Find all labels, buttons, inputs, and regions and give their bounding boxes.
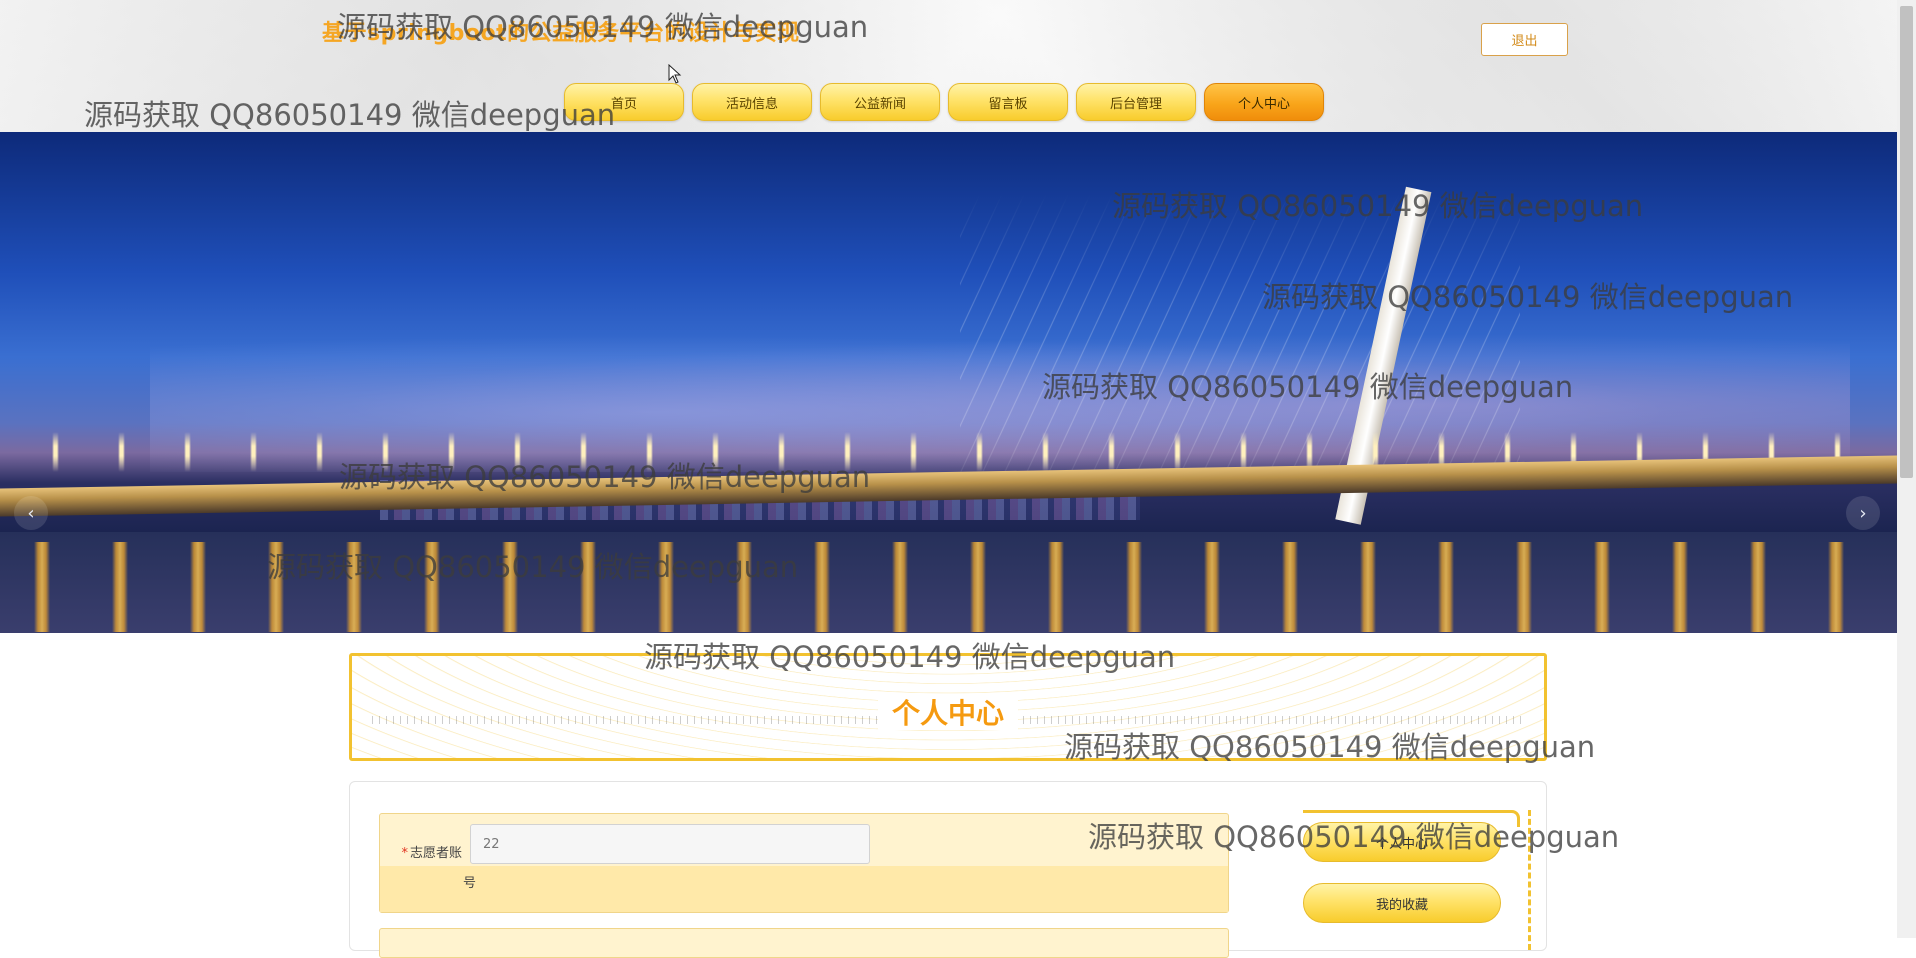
light-reflections	[0, 542, 1897, 632]
main-nav: 首页 活动信息 公益新闻 留言板 后台管理 个人中心	[564, 83, 1324, 123]
required-mark: *	[401, 846, 408, 861]
nav-item-home[interactable]: 首页	[564, 83, 684, 121]
section-title: 个人中心	[352, 692, 1544, 732]
site-header: 基于springboot的公益服务平台的设计与实现 退出 首页 活动信息 公益新…	[0, 0, 1897, 132]
scrollbar-thumb[interactable]	[1900, 6, 1913, 478]
carousel-next-icon[interactable]: ›	[1846, 496, 1880, 530]
account-label: * 志愿者账	[390, 834, 462, 874]
section-title-text: 个人中心	[877, 697, 1018, 730]
mouse-cursor-icon	[668, 64, 682, 84]
side-menu-favorites[interactable]: 我的收藏	[1303, 883, 1501, 923]
nav-item-news[interactable]: 公益新闻	[820, 83, 940, 121]
nav-item-admin[interactable]: 后台管理	[1076, 83, 1196, 121]
account-input[interactable]	[470, 824, 870, 864]
form-row-band	[380, 866, 1228, 912]
nav-item-activities[interactable]: 活动信息	[692, 83, 812, 121]
section-title-box: 个人中心	[349, 653, 1547, 761]
carousel-prev-icon[interactable]: ‹	[14, 496, 48, 530]
side-menu-personal-center[interactable]: 个人中心	[1303, 822, 1501, 862]
hero-carousel: ‹ ›	[0, 132, 1897, 633]
side-menu: 个人中心 我的收藏	[1303, 810, 1531, 950]
site-title: 基于springboot的公益服务平台的设计与实现	[322, 21, 800, 46]
account-label-wrap: 号	[463, 876, 477, 891]
account-label-text: 志愿者账	[409, 846, 462, 861]
form-row-account: * 志愿者账 号	[379, 813, 1229, 913]
nav-item-message-board[interactable]: 留言板	[948, 83, 1068, 121]
logout-button[interactable]: 退出	[1481, 23, 1568, 56]
form-row-next	[379, 928, 1229, 958]
nav-item-personal-center[interactable]: 个人中心	[1204, 83, 1324, 121]
profile-card: *志愿者账 号 个人中心 我的收藏	[349, 781, 1547, 958]
page-scrollbar[interactable]	[1897, 0, 1916, 938]
